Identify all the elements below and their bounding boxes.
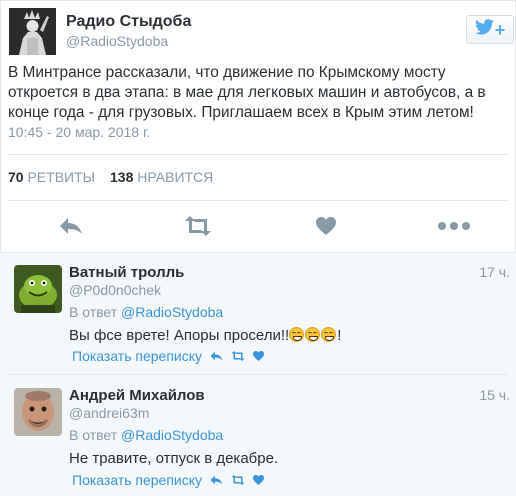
retweet-icon[interactable] xyxy=(184,214,212,238)
heart-icon[interactable] xyxy=(312,214,340,238)
tweet-timestamp[interactable]: 10:45 - 20 мар. 2018 г. xyxy=(8,124,150,140)
more-icon[interactable] xyxy=(437,214,471,238)
reply-footer: Показать переписку xyxy=(72,472,265,488)
retweets-label: РЕТВИТЫ xyxy=(27,169,96,185)
in-reply-prefix: В ответ xyxy=(69,427,118,443)
reply-time[interactable]: 15 ч. xyxy=(479,387,510,403)
retweet-icon[interactable] xyxy=(231,348,245,364)
likes-stat[interactable]: 138 НРАВИТСЯ xyxy=(110,169,213,185)
in-reply-to: В ответ @RadioStydoba xyxy=(69,304,223,320)
in-reply-to-link[interactable]: @RadioStydoba xyxy=(121,427,223,443)
reply-author-name[interactable]: Ватный тролль xyxy=(69,264,184,281)
tweet-text: В Минтрансе рассказали, что движение по … xyxy=(8,64,486,121)
laughing-emoji-icon xyxy=(289,327,305,342)
reply-item: Ватный тролль 17 ч. @P0d0n0chek В ответ … xyxy=(0,253,516,373)
reply-icon[interactable] xyxy=(210,472,223,488)
tweet-actions xyxy=(0,206,516,246)
heart-icon[interactable] xyxy=(253,472,265,488)
twitter-bird-icon xyxy=(474,19,494,40)
likes-count: 138 xyxy=(110,169,134,185)
reply-icon[interactable] xyxy=(57,214,85,238)
reply-avatar[interactable] xyxy=(14,265,62,313)
reply-author-name[interactable]: Андрей Михайлов xyxy=(69,387,205,404)
reply-text: Вы фсе врете! Апоры просели!!! xyxy=(69,327,341,344)
author-avatar[interactable] xyxy=(9,8,56,55)
divider xyxy=(8,200,508,201)
reply-icon[interactable] xyxy=(210,348,223,364)
retweets-count: 70 xyxy=(8,169,24,185)
follow-button[interactable]: + xyxy=(466,15,514,44)
reply-avatar[interactable] xyxy=(14,388,62,436)
in-reply-to: В ответ @RadioStydoba xyxy=(69,427,223,443)
reply-item: Андрей Михайлов 15 ч. @andrei63m В ответ… xyxy=(0,375,516,495)
reply-text: Не травите, отпуск в декабре. xyxy=(69,450,279,467)
divider xyxy=(8,154,508,155)
replies-section: Ватный тролль 17 ч. @P0d0n0chek В ответ … xyxy=(0,252,516,496)
likes-label: НРАВИТСЯ xyxy=(137,169,214,185)
reply-author-handle[interactable]: @andrei63m xyxy=(69,405,149,421)
in-reply-to-link[interactable]: @RadioStydoba xyxy=(121,304,223,320)
reply-author-handle[interactable]: @P0d0n0chek xyxy=(69,282,161,298)
in-reply-prefix: В ответ xyxy=(69,304,118,320)
reply-text-start: Вы фсе врете! Апоры просели!! xyxy=(69,327,290,344)
laughing-emoji-icon xyxy=(321,327,337,342)
retweet-icon[interactable] xyxy=(231,472,245,488)
author-name[interactable]: Радио Стыдоба xyxy=(66,13,191,31)
reply-text-end: ! xyxy=(337,327,342,344)
retweets-stat[interactable]: 70 РЕТВИТЫ xyxy=(8,169,95,185)
show-conversation-link[interactable]: Показать переписку xyxy=(72,472,202,488)
show-conversation-link[interactable]: Показать переписку xyxy=(72,348,202,364)
reply-time[interactable]: 17 ч. xyxy=(479,264,510,280)
author-handle[interactable]: @RadioStydoba xyxy=(66,33,168,49)
laughing-emoji-icon xyxy=(305,327,321,342)
reply-footer: Показать переписку xyxy=(72,348,265,364)
heart-icon[interactable] xyxy=(253,348,265,364)
follow-plus-icon: + xyxy=(494,19,506,40)
